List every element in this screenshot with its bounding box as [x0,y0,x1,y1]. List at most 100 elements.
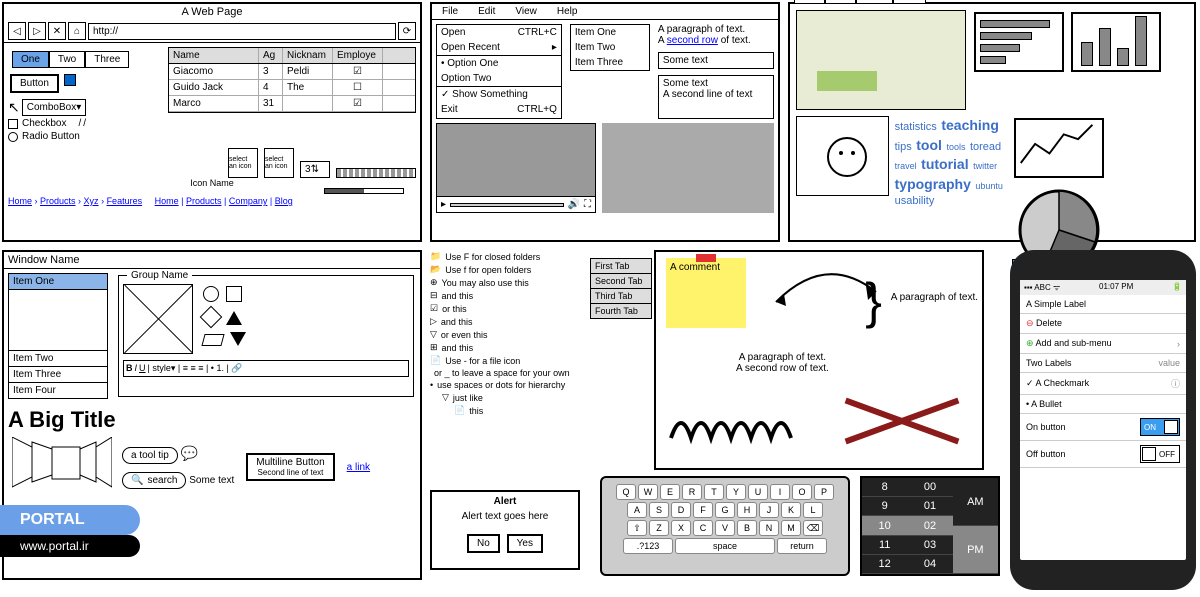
tree-item[interactable]: ⊕ You may also use this [430,276,580,289]
key[interactable]: M [781,520,801,536]
tree-item[interactable]: ▽ just like [430,391,580,404]
phone-list-item[interactable]: Off buttonOFF [1020,441,1186,468]
picker-cell[interactable]: AM [953,478,998,526]
icon-picker-button[interactable]: select an icon [228,148,258,178]
phone-list-item[interactable]: On buttonON [1020,414,1186,441]
nav-link[interactable]: Home [155,196,179,206]
tag[interactable]: tool [916,137,942,153]
picker-cell[interactable]: 02 [907,516,952,535]
home-icon[interactable]: ⌂ [68,22,86,40]
key[interactable]: E [660,484,680,500]
list-item[interactable]: Item One [571,25,649,40]
tag[interactable]: tutorial [921,156,968,172]
volume-icon[interactable]: 🔊 [568,199,580,210]
key[interactable]: W [638,484,658,500]
tab-two[interactable]: Two [49,51,85,68]
phone-list-item[interactable]: ⊖ Delete [1020,314,1186,334]
menu-item[interactable]: • Option One [437,56,561,71]
url-input[interactable]: http:// [88,23,396,40]
picker-cell[interactable]: 8 [862,478,907,497]
key[interactable]: H [737,502,757,518]
picker-cell[interactable]: 11 [862,536,907,555]
checkbox[interactable] [8,119,18,129]
tree-item[interactable]: ▷ and this [430,315,580,328]
toggle[interactable]: OFF [1140,445,1180,463]
picker-cell[interactable]: 00 [907,478,952,497]
dash-tab[interactable]: Three [856,0,894,4]
key[interactable]: F [693,502,713,518]
multiline-button[interactable]: Multiline Button Second line of text [246,453,334,481]
col-name[interactable]: Name [169,48,259,63]
tag[interactable]: typography [895,176,971,192]
tree-item[interactable]: ☑ or this [430,302,580,315]
key[interactable]: I [770,484,790,500]
listbox[interactable]: Item One Item Two Item Three [570,24,650,71]
tag[interactable]: ubuntu [975,181,1003,191]
yes-button[interactable]: Yes [507,534,543,553]
key[interactable]: Y [726,484,746,500]
tree-item[interactable]: 📄 Use - for a file icon [430,354,580,367]
play-icon[interactable]: ▸ [441,199,446,210]
phone-list-item[interactable]: ⊕ Add and sub-menu› [1020,334,1186,354]
time-picker[interactable]: 891011120001020304AMPM [860,476,1000,576]
tree-item[interactable]: 📄 this [430,404,580,417]
key[interactable]: Z [649,520,669,536]
key[interactable]: J [759,502,779,518]
onscreen-keyboard[interactable]: QWERTYUIOPASDFGHJKL⇧ZXCVBNM⌫.?123spacere… [600,476,850,576]
vtab[interactable]: Third Tab [590,288,652,304]
table-row[interactable]: Marco 31 ☑ [169,96,415,112]
tree-item[interactable]: • use spaces or dots for hierarchy [430,379,580,391]
menu-edit[interactable]: Edit [468,4,505,19]
picker-cell[interactable]: 04 [907,555,952,574]
vtab[interactable]: Fourth Tab [590,303,652,319]
menu-view[interactable]: View [505,4,547,19]
phone-list-item[interactable]: ✓ A Checkmarkⓘ [1020,373,1186,395]
col-age[interactable]: Ag [259,48,283,63]
menu-file[interactable]: File [432,4,468,19]
picker-cell[interactable]: 03 [907,536,952,555]
crumb[interactable]: Xyz [84,196,99,206]
picker-cell[interactable]: 12 [862,555,907,574]
tag[interactable]: travel [895,161,917,171]
col-emp[interactable]: Employe [333,48,383,63]
no-button[interactable]: No [467,534,500,553]
key[interactable]: G [715,502,735,518]
rich-text-toolbar[interactable]: B I U | style▾ | ≡ ≡ ≡ | • 1. | 🔗 [123,360,409,377]
phone-list-item[interactable]: • A Bullet [1020,395,1186,414]
dash-tab[interactable]: One [794,0,825,4]
back-icon[interactable]: ◁ [8,22,26,40]
list-item[interactable]: Item Three [9,366,107,382]
menu-item[interactable]: Open Recent▸ [437,40,561,55]
icon-picker-button[interactable]: select an icon [264,148,294,178]
tag[interactable]: tips [895,141,912,153]
picker-cell[interactable]: 10 [862,516,907,535]
col-nick[interactable]: Nicknam [283,48,333,63]
key[interactable]: X [671,520,691,536]
key[interactable]: B [737,520,757,536]
key[interactable]: T [704,484,724,500]
tag[interactable]: teaching [941,117,999,133]
picker-cell[interactable]: 9 [862,497,907,516]
phone-list-item[interactable]: A Simple Label [1020,295,1186,314]
menu-item[interactable]: ✓ Show Something [437,87,561,102]
key[interactable]: Q [616,484,636,500]
key[interactable]: U [748,484,768,500]
seek-bar[interactable] [450,203,564,207]
key[interactable]: P [814,484,834,500]
tab-one[interactable]: One [12,51,49,68]
key[interactable]: A [627,502,647,518]
key[interactable]: ⌫ [803,520,823,536]
tag[interactable]: twitter [973,161,997,171]
textarea[interactable]: Some text A second line of text [658,75,774,119]
forward-icon[interactable]: ▷ [28,22,46,40]
table-row[interactable]: Giacomo 3 Peldi ☑ [169,64,415,80]
key[interactable]: C [693,520,713,536]
nav-link[interactable]: Products [186,196,222,206]
key[interactable]: D [671,502,691,518]
list-item[interactable]: Item Four [9,382,107,398]
tree-item[interactable]: ▽ or even this [430,328,580,341]
list-item[interactable]: Item Two [571,40,649,55]
tag[interactable]: tools [946,142,965,152]
radio[interactable] [8,132,18,142]
menu-item[interactable]: Option Two [437,71,561,86]
